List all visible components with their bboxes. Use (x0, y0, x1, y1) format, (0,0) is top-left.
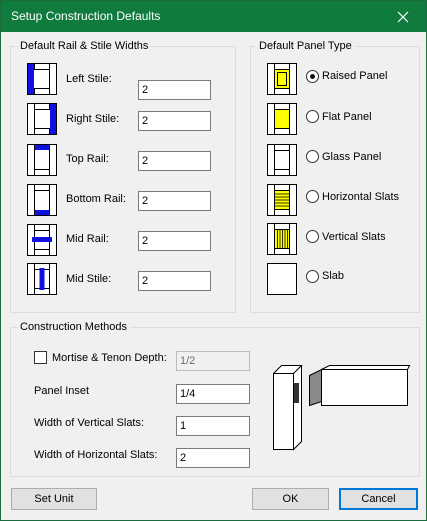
top-rail-input[interactable] (138, 151, 211, 171)
horizontal-slats-width-input[interactable] (176, 448, 250, 468)
bottom-rail-label: Bottom Rail: (66, 193, 126, 205)
mid-rail-input[interactable] (138, 231, 211, 251)
mid-stile-input[interactable] (138, 271, 211, 291)
vertical-slats-width-label: Width of Vertical Slats: (34, 417, 145, 429)
panel-inset-label: Panel Inset (34, 385, 90, 397)
top-rail-label: Top Rail: (66, 153, 109, 165)
flat-panel-radio[interactable] (306, 110, 319, 123)
left-stile-thumbnail (27, 63, 57, 95)
vertical-slats-width-input[interactable] (176, 416, 250, 436)
mid-rail-thumbnail (27, 224, 57, 256)
horizontal-slats-width-label: Width of Horizontal Slats: (34, 449, 158, 461)
left-stile-input[interactable] (138, 80, 211, 100)
mid-stile-thumbnail (27, 263, 57, 295)
set-unit-button[interactable]: Set Unit (11, 488, 97, 510)
horizontal-slats-thumbnail (267, 184, 297, 216)
panel-type-group-label: Default Panel Type (256, 40, 355, 53)
bottom-rail-thumbnail (27, 184, 57, 216)
close-button[interactable] (380, 1, 426, 32)
mid-rail-label: Mid Rail: (66, 233, 109, 245)
right-stile-input[interactable] (138, 111, 211, 131)
construction-methods-group-label: Construction Methods (17, 321, 130, 334)
title-bar: Setup Construction Defaults (1, 1, 426, 32)
rail-stile-group-label: Default Rail & Stile Widths (17, 40, 152, 53)
mortise-tenon-checkbox[interactable] (34, 351, 47, 364)
horizontal-slats-radio[interactable] (306, 190, 319, 203)
window-title: Setup Construction Defaults (11, 9, 161, 23)
bottom-rail-input[interactable] (138, 191, 211, 211)
cancel-button[interactable]: Cancel (339, 488, 418, 510)
raised-panel-radio[interactable] (306, 70, 319, 83)
vertical-slats-thumbnail (267, 223, 297, 255)
glass-panel-label: Glass Panel (322, 151, 382, 163)
right-stile-label: Right Stile: (66, 113, 120, 125)
raised-panel-label: Raised Panel (322, 70, 388, 82)
raised-panel-thumbnail (267, 63, 297, 95)
ok-button[interactable]: OK (252, 488, 329, 510)
left-stile-label: Left Stile: (66, 73, 112, 85)
horizontal-slats-label: Horizontal Slats (322, 191, 400, 203)
slab-thumbnail (267, 263, 297, 295)
right-stile-thumbnail (27, 103, 57, 135)
vertical-slats-radio[interactable] (306, 230, 319, 243)
glass-panel-radio[interactable] (306, 150, 319, 163)
mid-stile-label: Mid Stile: (66, 273, 112, 285)
mortise-tenon-depth-input (176, 351, 250, 371)
vertical-slats-label: Vertical Slats (322, 231, 386, 243)
panel-inset-input[interactable] (176, 384, 250, 404)
slab-label: Slab (322, 270, 345, 282)
radio-selected-dot (310, 74, 315, 79)
flat-panel-thumbnail (267, 103, 297, 135)
setup-construction-defaults-dialog: Setup Construction Defaults Default Rail… (0, 0, 427, 521)
glass-panel-thumbnail (267, 144, 297, 176)
top-rail-thumbnail (27, 144, 57, 176)
mortise-tenon-label: Mortise & Tenon Depth: (52, 352, 167, 364)
mortise-tenon-illustration (273, 365, 411, 451)
slab-radio[interactable] (306, 270, 319, 283)
flat-panel-label: Flat Panel (322, 111, 372, 123)
close-icon (397, 11, 409, 22)
